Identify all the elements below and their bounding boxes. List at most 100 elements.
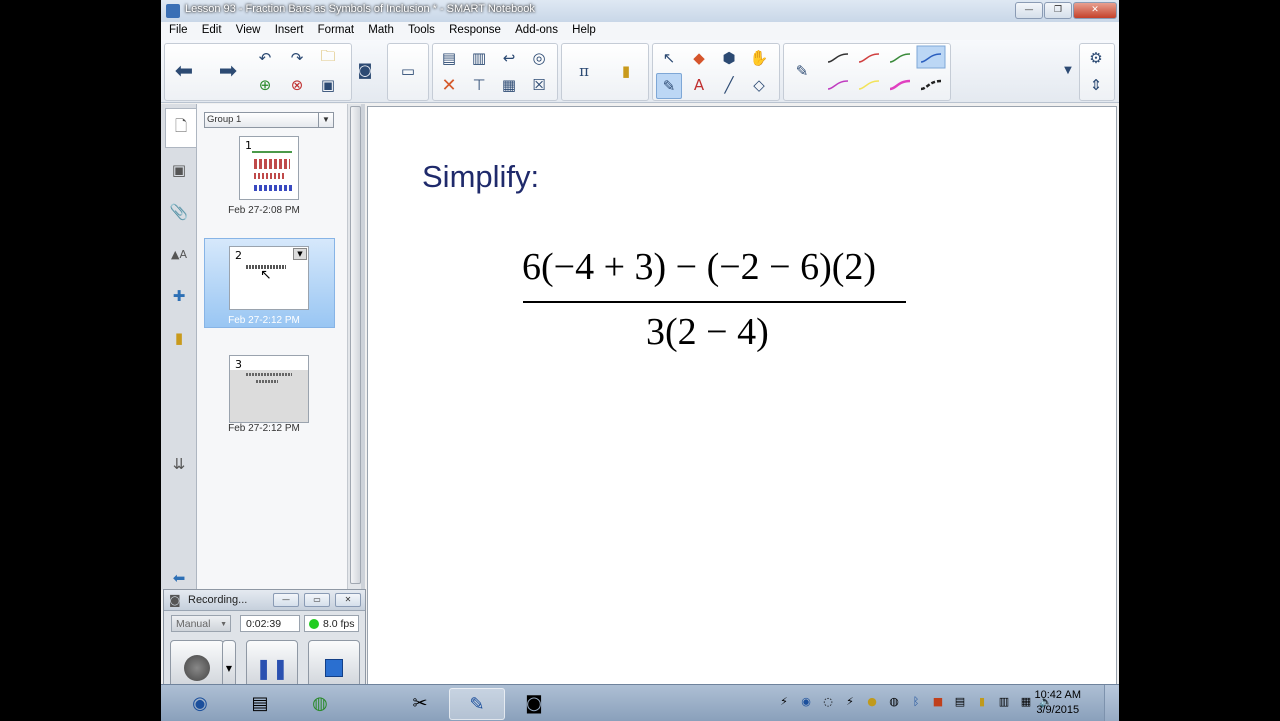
tray-icon[interactable]: ◉ [799, 695, 813, 709]
tray-icon[interactable]: ▤ [953, 695, 967, 709]
move-toolbar-icon[interactable]: ⇕ [1084, 73, 1108, 97]
document-camera-icon[interactable]: ◙ [353, 58, 377, 82]
pen-color-swatch-3[interactable] [889, 53, 911, 63]
undo-arrow-icon[interactable]: ↩ [497, 46, 521, 70]
response-icon[interactable]: ▮ [614, 59, 638, 83]
screen-shade-icon[interactable]: ▭ [396, 59, 420, 83]
save-icon[interactable]: ▣ [316, 73, 340, 97]
select-icon[interactable]: ↖ [657, 46, 681, 70]
pi-math-icon[interactable]: π [572, 59, 596, 83]
recorder-title-bar[interactable]: ◙ Recording... — ▭ ✕ [164, 590, 365, 611]
menu-edit[interactable]: Edit [202, 22, 222, 36]
tray-icon[interactable]: ⚡ [777, 695, 791, 709]
taskbar-app-tools[interactable]: ✂ [393, 688, 447, 718]
response-tab[interactable]: ▮ [167, 326, 191, 350]
attachments-tab[interactable]: 📎 [167, 200, 191, 224]
show-desktop-button[interactable] [1104, 685, 1119, 721]
page-sorter-tab[interactable]: 🗋 [165, 108, 196, 148]
menu-insert[interactable]: Insert [275, 22, 304, 36]
screen-shade-icon[interactable]: ⊤ [467, 73, 491, 97]
toolbar-group-tools: ↖ ◆ ⬢ ✋ ✎ A ╱ ◇ [652, 43, 780, 101]
close-button[interactable]: ✕ [1073, 2, 1117, 19]
addons-tab[interactable]: ✚ [167, 284, 191, 308]
tray-icon[interactable]: ■ [931, 695, 945, 709]
menu-file[interactable]: File [169, 22, 188, 36]
start-button[interactable]: ◉ [173, 688, 227, 718]
move-sidebar-icon[interactable]: ⬅ [167, 566, 191, 590]
text-icon[interactable]: A [687, 73, 711, 97]
line-icon[interactable]: ╱ [717, 73, 741, 97]
delete-icon[interactable]: ☒ [527, 73, 551, 97]
taskbar-app-chrome[interactable]: ◍ [293, 688, 347, 718]
pen-icon[interactable]: ✎ [790, 59, 814, 83]
auto-hide-icon[interactable]: ⇊ [167, 452, 191, 476]
delete-icon[interactable]: ✕ [437, 73, 461, 97]
undo-icon[interactable]: ↶ [253, 46, 277, 70]
page-menu-chevron-icon[interactable]: ▼ [293, 248, 307, 260]
shapes-icon[interactable]: ◆ [687, 46, 711, 70]
group-select[interactable]: Group 1 ▼ [204, 112, 334, 128]
tray-icon[interactable]: ● [865, 695, 879, 709]
gallery-tab[interactable]: ▣ [167, 158, 191, 182]
maximize-button[interactable]: ❐ [1044, 2, 1072, 19]
fill-icon[interactable]: ◇ [747, 73, 771, 97]
back-arrow-icon[interactable]: ⬅ [172, 59, 196, 84]
tray-icon[interactable]: ⚡ [843, 695, 857, 709]
page-thumbnail-3[interactable]: 3 [229, 355, 309, 423]
menu-addons[interactable]: Add-ons [515, 22, 558, 36]
taskbar-app-smart-notebook[interactable]: ✎ [449, 688, 505, 720]
network-icon[interactable]: ▦ [1019, 695, 1033, 709]
eraser-icon[interactable]: ⬢ [717, 46, 741, 70]
open-file-icon[interactable]: 🗀 [316, 46, 340, 70]
recorder-minimize-button[interactable]: — [273, 593, 299, 607]
menu-response[interactable]: Response [449, 22, 501, 36]
taskbar-app-recorder[interactable]: ◙ [507, 688, 561, 718]
menu-math[interactable]: Math [368, 22, 394, 36]
pen-color-palette[interactable] [822, 44, 948, 100]
response-icon[interactable]: ◎ [527, 46, 551, 70]
system-clock[interactable]: 10:42 AM 3/9/2015 [1035, 688, 1081, 718]
recorder-fps: 8.0 fps [323, 618, 355, 630]
table-icon[interactable]: ▦ [497, 73, 521, 97]
pen-color-swatch-6[interactable] [858, 80, 880, 90]
fraction-numerator[interactable]: 6(−4 + 3) − (−2 − 6)(2) [522, 245, 876, 289]
taskbar-app-explorer[interactable]: ▤ [233, 688, 287, 718]
recorder-close-button[interactable]: ✕ [335, 593, 361, 607]
magic-pen-icon[interactable]: ✋ [747, 46, 771, 70]
page-thumbnail-2[interactable]: 2 ↖ ▼ [229, 246, 309, 310]
screen-capture-icon[interactable]: ▤ [437, 46, 461, 70]
menu-tools[interactable]: Tools [408, 22, 435, 36]
tray-icon[interactable]: ▥ [997, 695, 1011, 709]
pen-color-swatch-1[interactable] [827, 53, 849, 63]
sorter-scrollbar[interactable] [347, 104, 362, 590]
pen-color-swatch-2[interactable] [858, 53, 880, 63]
pen-icon[interactable]: ✎ [656, 73, 682, 99]
title-bar[interactable]: Lesson 93 - Fraction Bars as Symbols of … [161, 0, 1119, 23]
redo-icon[interactable]: ↷ [285, 46, 309, 70]
pen-color-swatch-7[interactable] [889, 79, 911, 91]
menu-view[interactable]: View [236, 22, 261, 36]
menu-help[interactable]: Help [572, 22, 596, 36]
fraction-denominator[interactable]: 3(2 − 4) [646, 310, 769, 354]
tray-icon[interactable]: ◍ [887, 695, 901, 709]
tray-icon[interactable]: ◌ [821, 695, 835, 709]
forward-arrow-icon[interactable]: ➡ [216, 59, 240, 84]
page-thumbnail-1[interactable]: 1 [239, 136, 299, 200]
chevron-down-icon[interactable]: ▼ [1056, 58, 1080, 82]
recorder-mode-select[interactable]: Manual ▼ [171, 615, 231, 632]
minimize-button[interactable]: — [1015, 2, 1043, 19]
tray-icon[interactable]: ▮ [975, 695, 989, 709]
bluetooth-icon[interactable]: ᛒ [909, 695, 923, 709]
properties-tab[interactable]: ▲A [167, 242, 191, 266]
scrollbar-thumb[interactable] [350, 106, 361, 584]
delete-page-icon[interactable]: ⊗ [285, 73, 309, 97]
pen-color-swatch-8[interactable] [920, 79, 942, 91]
pen-color-swatch-5[interactable] [827, 80, 849, 90]
gear-icon[interactable]: ⚙ [1084, 46, 1108, 70]
full-screen-icon[interactable]: ▥ [467, 46, 491, 70]
heading-simplify[interactable]: Simplify: [422, 159, 539, 195]
whiteboard-page[interactable]: Simplify: 6(−4 + 3) − (−2 − 6)(2) 3(2 − … [367, 106, 1117, 688]
add-page-icon[interactable]: ⊕ [253, 73, 277, 97]
menu-format[interactable]: Format [318, 22, 354, 36]
recorder-restore-button[interactable]: ▭ [304, 593, 330, 607]
